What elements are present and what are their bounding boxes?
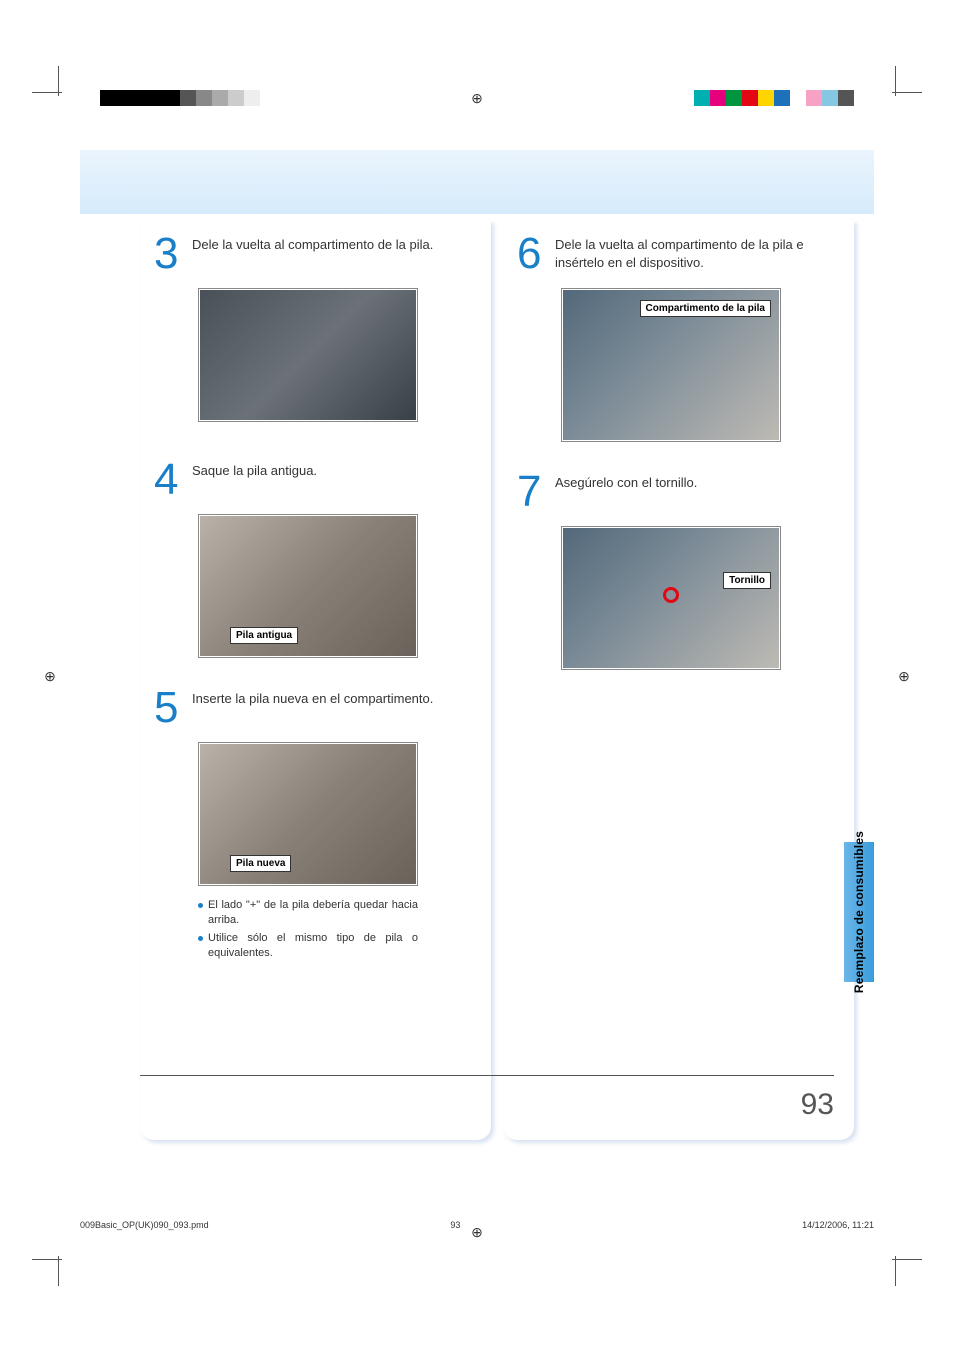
color-swatch (148, 90, 164, 106)
step-6: 6 Dele la vuelta al compartimento de la … (517, 232, 840, 276)
color-swatch (244, 90, 260, 106)
section-tab-label: Reemplazo de consumibles (852, 831, 866, 993)
note-item: Utilice sólo el mismo tipo de pila o equ… (198, 931, 418, 961)
color-swatch (758, 90, 774, 106)
color-swatch (180, 90, 196, 106)
step-3-photo (198, 288, 418, 422)
color-swatch (726, 90, 742, 106)
color-swatch (212, 90, 228, 106)
color-swatch (260, 90, 276, 106)
color-swatch (806, 90, 822, 106)
step-text: Inserte la pila nueva en el compartiment… (192, 686, 433, 730)
color-swatch (116, 90, 132, 106)
step-4-photo: Pila antigua (198, 514, 418, 658)
step-3: 3 Dele la vuelta al compartimento de la … (154, 232, 477, 276)
step-number: 5 (154, 686, 182, 730)
color-swatch (822, 90, 838, 106)
footer-datetime: 14/12/2006, 11:21 (802, 1220, 874, 1230)
color-swatch (838, 90, 854, 106)
step-text: Asegúrelo con el tornillo. (555, 470, 697, 514)
color-swatch (694, 90, 710, 106)
step-5-photo: Pila nueva (198, 742, 418, 886)
color-swatch (774, 90, 790, 106)
highlight-circle-icon (663, 587, 679, 603)
step-number: 4 (154, 458, 182, 502)
section-tab: Reemplazo de consumibles (844, 842, 874, 982)
step-text: Dele la vuelta al compartimento de la pi… (192, 232, 433, 276)
crop-mark (50, 84, 80, 114)
step-number: 7 (517, 470, 545, 514)
color-swatch (132, 90, 148, 106)
step-7: 7 Asegúrelo con el tornillo. (517, 470, 840, 514)
page-number-rule (140, 1075, 834, 1076)
note-item: El lado "+" de la pila debería quedar ha… (198, 898, 418, 928)
callout-label: Compartimento de la pila (640, 300, 771, 317)
column-left: 3 Dele la vuelta al compartimento de la … (140, 220, 491, 1140)
registration-mark-icon (40, 666, 60, 686)
step-number: 6 (517, 232, 545, 276)
callout-label: Tornillo (723, 572, 771, 589)
step-4: 4 Saque la pila antigua. (154, 458, 477, 502)
step-5-notes: El lado "+" de la pila debería quedar ha… (198, 898, 418, 960)
footer-file: 009Basic_OP(UK)090_093.pmd (80, 1220, 209, 1230)
header-band (80, 150, 874, 214)
color-swatch (276, 90, 292, 106)
column-right: 6 Dele la vuelta al compartimento de la … (503, 220, 854, 1140)
color-swatch (228, 90, 244, 106)
step-text: Dele la vuelta al compartimento de la pi… (555, 232, 840, 276)
step-5: 5 Inserte la pila nueva en el compartime… (154, 686, 477, 730)
page-number: 93 (801, 1088, 834, 1122)
color-swatch (196, 90, 212, 106)
color-bar (694, 90, 854, 106)
step-6-photo: Compartimento de la pila (561, 288, 781, 442)
color-bar (100, 90, 292, 106)
callout-label: Pila antigua (230, 627, 298, 644)
registration-mark-icon (894, 666, 914, 686)
footer-page: 93 (450, 1220, 460, 1230)
step-number: 3 (154, 232, 182, 276)
step-7-photo: Tornillo (561, 526, 781, 670)
crop-mark (874, 1238, 904, 1268)
callout-label: Pila nueva (230, 855, 291, 872)
color-swatch (710, 90, 726, 106)
step-text: Saque la pila antigua. (192, 458, 317, 502)
content-columns: 3 Dele la vuelta al compartimento de la … (140, 220, 854, 1140)
crop-mark (874, 84, 904, 114)
color-swatch (742, 90, 758, 106)
color-swatch (790, 90, 806, 106)
page-content: 3 Dele la vuelta al compartimento de la … (80, 150, 874, 1172)
color-swatch (100, 90, 116, 106)
crop-mark (50, 1238, 80, 1268)
color-swatch (164, 90, 180, 106)
registration-mark-icon (467, 88, 487, 108)
crop-footer-meta: 009Basic_OP(UK)090_093.pmd 93 14/12/2006… (80, 1220, 874, 1230)
